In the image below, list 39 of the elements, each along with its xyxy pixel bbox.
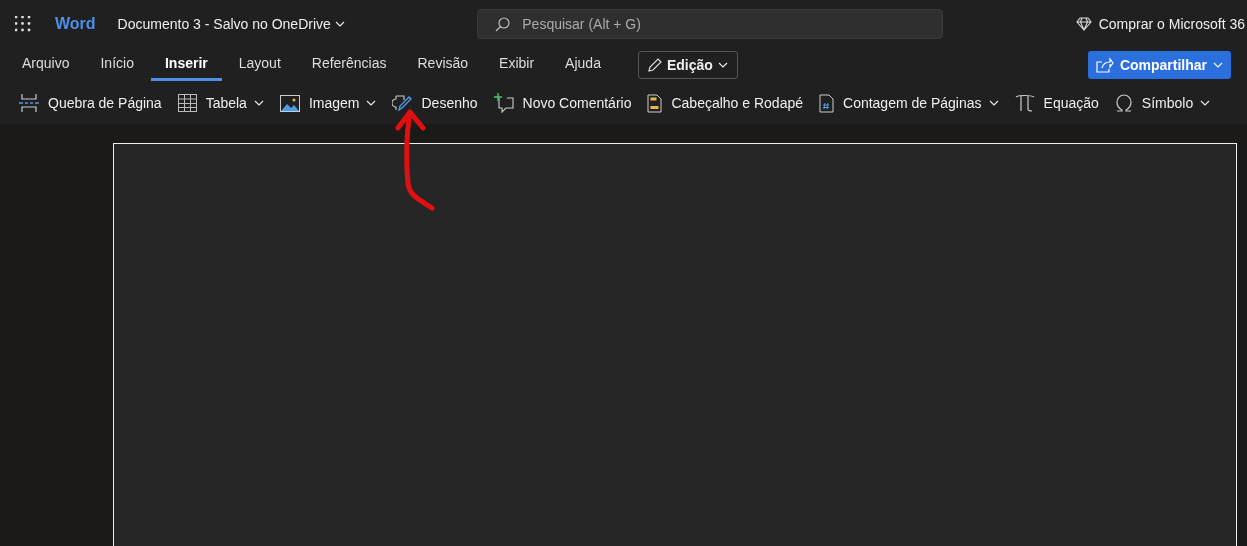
drawing-icon (392, 93, 413, 113)
app-name[interactable]: Word (55, 15, 96, 33)
diamond-icon (1075, 17, 1092, 31)
pencil-icon (647, 58, 662, 72)
buy-link[interactable]: Comprar o Microsoft 36 (1075, 16, 1245, 32)
toolbar-button[interactable]: Imagem (274, 87, 382, 119)
search-field[interactable]: Pesquisar (Alt + G) (477, 9, 944, 39)
app-launcher-icon[interactable] (15, 16, 31, 32)
toolbar-button[interactable]: Novo Comentário (488, 87, 637, 119)
table-icon (177, 94, 197, 112)
pi-icon (1014, 94, 1035, 112)
toolbar-button[interactable]: Contagem de Páginas (814, 87, 1004, 119)
editing-mode-button[interactable]: Edição (637, 51, 738, 79)
ribbon-tab[interactable]: Ajuda (551, 49, 615, 81)
caret-icon (334, 21, 345, 27)
page-number-icon (819, 93, 834, 113)
ribbon-tab[interactable]: Arquivo (8, 49, 84, 81)
toolbar-button[interactable]: Quebra de Página (14, 87, 167, 119)
toolbar-button[interactable]: Desenho (387, 87, 483, 119)
ribbon-tab[interactable]: Início (86, 49, 148, 81)
header-footer-icon (647, 93, 663, 113)
share-icon (1095, 57, 1114, 73)
toolbar-button[interactable]: Equação (1009, 87, 1104, 119)
ribbon-tab[interactable]: Layout (224, 49, 295, 81)
toolbar-button[interactable]: Tabela (172, 87, 269, 119)
caret-icon (717, 62, 728, 68)
ribbon-tab[interactable]: Exibir (485, 49, 549, 81)
page-break-icon (19, 94, 39, 112)
ribbon-tab[interactable]: Referências (297, 49, 401, 81)
ribbon-tab[interactable]: Revisão (403, 49, 483, 81)
search-icon (495, 17, 511, 32)
image-icon (279, 94, 300, 112)
omega-icon (1114, 94, 1133, 112)
comment-icon (493, 93, 514, 113)
document-title[interactable]: Documento 3 - Salvo no OneDrive (117, 16, 345, 32)
toolbar-button[interactable]: Símbolo (1109, 87, 1216, 119)
share-button[interactable]: Compartilhar (1087, 51, 1231, 79)
caret-icon (1213, 62, 1223, 68)
toolbar-button[interactable]: Cabeçalho e Rodapé (642, 87, 808, 119)
